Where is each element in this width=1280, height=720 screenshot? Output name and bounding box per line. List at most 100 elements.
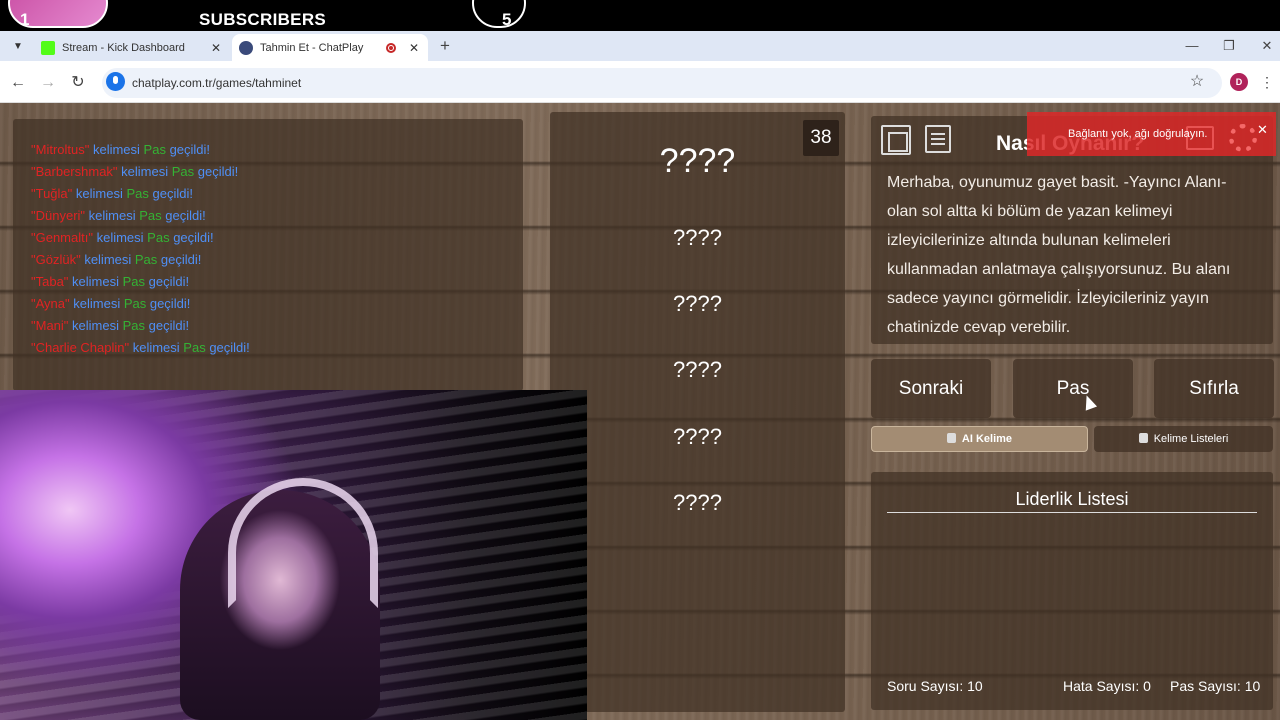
- back-arrow-icon[interactable]: ←: [7, 72, 29, 94]
- tab-chatplay[interactable]: Tahmin Et - ChatPlay ✕: [232, 34, 428, 61]
- chat-pass-text: Pas: [143, 142, 166, 157]
- leaderboard-title: Liderlik Listesi: [1015, 489, 1129, 509]
- profile-avatar[interactable]: D: [1230, 73, 1248, 91]
- chat-mid-text: kelimesi: [89, 142, 144, 157]
- chat-line: "Tuğla" kelimesi Pas geçildi!: [31, 183, 250, 205]
- how-to-play-text: Merhaba, oyunumuz gayet basit. -Yayıncı …: [887, 174, 1231, 336]
- alert-close-icon[interactable]: ✕: [1257, 122, 1268, 138]
- window-close-icon[interactable]: ✕: [1255, 36, 1279, 56]
- connection-alert-text: Bağlantı yok, ağı doğrulayın.: [1068, 128, 1208, 140]
- chat-end-text: geçildi!: [205, 340, 250, 355]
- chat-word-text: "Taba": [31, 274, 69, 289]
- chat-pass-text: Pas: [183, 340, 206, 355]
- words-panel: [550, 112, 845, 712]
- chat-word-text: "Charlie Chaplin": [31, 340, 130, 355]
- close-icon[interactable]: ✕: [406, 41, 422, 55]
- question-count: Soru Sayısı: 10: [887, 678, 983, 694]
- chat-mid-text: kelimesi: [85, 208, 140, 223]
- site-info-icon[interactable]: [106, 72, 125, 91]
- chat-mid-text: kelimesi: [117, 164, 172, 179]
- next-button[interactable]: Sonraki: [871, 359, 991, 418]
- bookmark-star-icon[interactable]: ☆: [1187, 72, 1207, 92]
- tab-search-chevron-icon[interactable]: ▼: [8, 37, 28, 57]
- fullscreen-icon[interactable]: [881, 125, 911, 155]
- chat-mid-text: kelimesi: [80, 252, 135, 267]
- ai-word-label: AI Kelime: [961, 433, 1013, 445]
- chat-word-text: "Genmaltı": [31, 230, 93, 245]
- ai-word-button[interactable]: AI Kelime: [871, 426, 1088, 452]
- hidden-word: ????: [673, 424, 722, 449]
- chat-end-text: geçildi!: [146, 296, 191, 311]
- forward-arrow-icon[interactable]: →: [37, 72, 59, 94]
- hidden-word: ????: [673, 490, 722, 515]
- chat-pass-text: Pas: [122, 318, 146, 333]
- subscriber-ring: [472, 0, 526, 28]
- chat-mid-text: kelimesi: [72, 186, 127, 201]
- chat-mid-text: kelimesi: [68, 274, 123, 289]
- chat-line: "Barbershmak" kelimesi Pas geçildi!: [31, 161, 250, 183]
- chat-line: "Mitroltus" kelimesi Pas geçildi!: [31, 139, 250, 161]
- chat-end-text: geçildi!: [145, 318, 190, 333]
- chat-end-text: geçildi!: [169, 230, 214, 245]
- subscriber-count-right: 5: [502, 10, 512, 29]
- chat-word-text: "Ayna": [31, 296, 70, 311]
- reload-icon[interactable]: ↻: [67, 72, 89, 94]
- chat-end-text: geçildi!: [145, 274, 190, 289]
- word-lists-button[interactable]: Kelime Listeleri: [1094, 426, 1273, 452]
- tab-title: Tahmin Et - ChatPlay: [260, 41, 364, 54]
- chat-end-text: geçildi!: [161, 208, 206, 223]
- chat-word-text: "Tuğla": [31, 186, 73, 201]
- chat-pass-text: Pas: [139, 208, 162, 223]
- chat-mid-text: kelimesi: [68, 318, 123, 333]
- chat-line: "Mani" kelimesi Pas geçildi!: [31, 315, 250, 337]
- chat-word-text: "Gözlük": [31, 252, 81, 267]
- robot-icon: [946, 433, 956, 443]
- chat-line: "Dünyeri" kelimesi Pas geçildi!: [31, 205, 250, 227]
- chat-pass-text: Pas: [122, 274, 146, 289]
- restore-icon[interactable]: ❐: [1217, 36, 1241, 56]
- pass-count: Pas Sayısı: 10: [1170, 678, 1261, 694]
- chat-line: "Taba" kelimesi Pas geçildi!: [31, 271, 250, 293]
- stream-overlay-bar: 1 SUBSCRIBERS 5: [0, 0, 1280, 31]
- tab-kick-dashboard[interactable]: Stream - Kick Dashboard ✕: [34, 34, 230, 61]
- recording-icon: [386, 42, 396, 53]
- chat-word-text: "Mani": [31, 318, 69, 333]
- chat-pass-text: Pas: [126, 186, 149, 201]
- kebab-menu-icon[interactable]: ⋮: [1260, 72, 1274, 92]
- hidden-word: ????: [673, 225, 722, 250]
- subscribers-label: SUBSCRIBERS: [199, 10, 327, 29]
- chat-line: "Genmaltı" kelimesi Pas geçildi!: [31, 227, 250, 249]
- word-lists-label: Kelime Listeleri: [1153, 433, 1229, 445]
- hidden-word: ????: [673, 291, 722, 316]
- main-word: ????: [659, 142, 736, 180]
- subscriber-count-left: 1: [20, 10, 30, 29]
- chat-pass-text: Pas: [147, 230, 170, 245]
- chat-line: "Charlie Chaplin" kelimesi Pas geçildi!: [31, 337, 250, 359]
- chat-end-text: geçildi!: [194, 164, 239, 179]
- chat-word-text: "Barbershmak": [31, 164, 118, 179]
- chat-end-text: geçildi!: [148, 186, 193, 201]
- tab-title: Stream - Kick Dashboard: [62, 41, 185, 54]
- chat-line: "Gözlük" kelimesi Pas geçildi!: [31, 249, 250, 271]
- chat-word-text: "Dünyeri": [31, 208, 86, 223]
- chat-pass-text: Pas: [171, 164, 195, 179]
- chat-end-text: geçildi!: [157, 252, 202, 267]
- error-count: Hata Sayısı: 0: [1063, 678, 1151, 694]
- minimize-icon[interactable]: —: [1180, 36, 1204, 56]
- chat-mid-text: kelimesi: [69, 296, 124, 311]
- chatplay-favicon-icon: [239, 40, 253, 55]
- pass-button[interactable]: Pas: [1013, 359, 1133, 418]
- reset-button[interactable]: Sıfırla: [1154, 359, 1274, 418]
- clipboard-icon: [1138, 433, 1148, 443]
- gear-icon[interactable]: [1229, 124, 1257, 152]
- chat-end-text: geçildi!: [165, 142, 211, 157]
- hidden-word: ????: [673, 357, 722, 382]
- new-tab-plus-icon[interactable]: +: [436, 36, 454, 56]
- kick-favicon-icon: [41, 40, 55, 55]
- chat-pass-text: Pas: [123, 296, 147, 311]
- close-icon[interactable]: ✕: [208, 41, 224, 55]
- url-text[interactable]: chatplay.com.tr/games/tahminet: [132, 76, 301, 90]
- chat-log: "Mitroltus" kelimesi Pas geçildi! "Barber…: [31, 139, 250, 359]
- chat-pass-text: Pas: [134, 252, 158, 267]
- document-icon[interactable]: [925, 125, 951, 153]
